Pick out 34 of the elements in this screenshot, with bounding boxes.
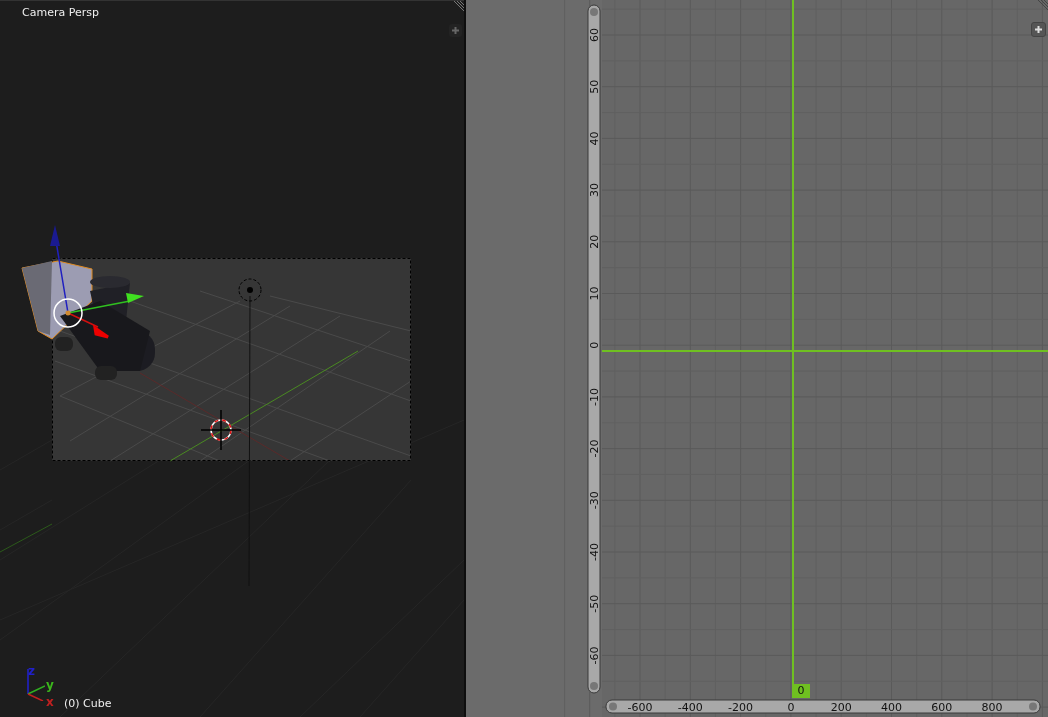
axis-lines-icon [25,669,45,701]
object-label: (0) Cube [64,697,112,710]
axis-tick-label: 40 [588,131,601,146]
view-title: Camera Persp [22,6,99,19]
axis-label: x [46,696,54,708]
axis-tick-label: -60 [588,646,601,665]
axis-label: y [46,679,54,691]
axis-tick-label: 10 [588,286,601,301]
axis-tick-label: 60 [588,28,601,42]
axis-tick-label: 50 [588,79,601,94]
axis-tick-label: -30 [588,491,601,510]
axis-tick-label: -40 [588,543,601,561]
axis-label: z [28,665,35,677]
axis-tick-label: -600 [627,701,653,714]
axis-tick-label: -50 [588,594,601,613]
current-frame-indicator[interactable]: 0 [792,684,810,698]
horizontal-scrollbar[interactable] [605,699,1041,714]
axis-tick-label: -200 [728,701,754,714]
axis-tick-label: 800 [981,701,1003,714]
corner-handle-icon[interactable] [1036,0,1048,12]
plus-icon[interactable] [1031,22,1046,37]
plus-icon[interactable] [449,24,462,37]
axis-tick-label: 20 [588,234,601,249]
axis-tick-label: 600 [931,701,953,714]
vertical-scrollbar[interactable] [587,4,601,694]
axis-tick-label: 30 [588,183,601,198]
axis-tick-label: 200 [830,701,852,714]
corner-handle-icon[interactable] [452,1,464,13]
axis-tick-label: -20 [588,439,601,458]
axis-tick-label: 400 [881,701,902,714]
axis-tick-label: 0 [588,341,601,349]
axis-tick-label: -400 [677,701,703,714]
axis-tick-label: 0 [787,701,795,714]
axis-tick-label: -10 [588,387,601,406]
